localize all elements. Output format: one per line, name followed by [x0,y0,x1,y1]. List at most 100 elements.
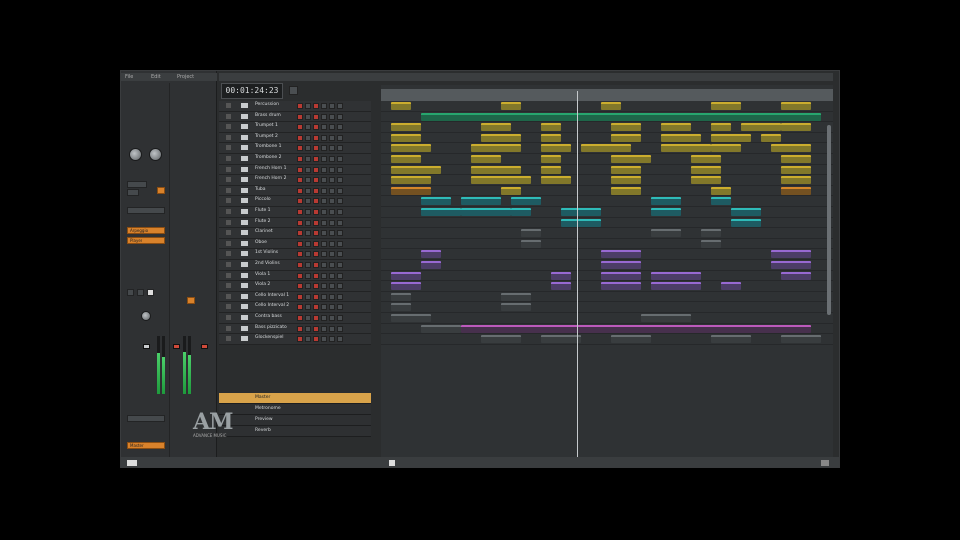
solo-button[interactable] [305,272,311,279]
midi-clip[interactable] [711,102,741,110]
midi-clip[interactable] [771,144,811,153]
track-row[interactable]: Oboe [219,238,371,250]
midi-clip[interactable] [471,144,521,153]
mute-button[interactable] [297,304,303,311]
pan-knob[interactable] [129,148,142,161]
listen-button[interactable] [147,289,154,296]
midi-clip[interactable] [771,261,811,269]
solo-button[interactable] [305,124,311,131]
midi-clip[interactable] [391,133,421,142]
track-name[interactable]: Flute 1 [255,208,271,213]
midi-clip[interactable] [601,102,621,110]
track-lane[interactable] [381,133,833,144]
mute-button[interactable] [297,262,303,268]
track-expand-icon[interactable] [226,240,231,246]
mute-button[interactable] [297,283,303,290]
solo-button[interactable] [305,240,311,247]
track-name[interactable]: Bass pizzicato [255,325,287,330]
freeze-button[interactable] [337,336,343,343]
solo-button[interactable] [305,230,311,237]
midi-clip[interactable] [461,324,811,333]
midi-clip[interactable] [651,271,701,280]
freeze-button[interactable] [337,315,343,321]
track-name[interactable]: Piccolo [255,197,271,202]
midi-clip[interactable] [611,176,641,185]
solo-button[interactable] [305,315,311,321]
track-expand-icon[interactable] [226,272,231,278]
player-button[interactable]: Player [127,237,165,244]
track-name[interactable]: Clarinet [255,229,273,234]
solo-button[interactable] [305,304,311,311]
global-track-row[interactable]: Master [219,393,371,404]
monitor-button[interactable] [321,145,327,152]
midi-clip[interactable] [541,133,561,142]
monitor-button[interactable] [321,156,327,162]
freeze-button[interactable] [337,177,343,184]
track-expand-icon[interactable] [226,187,231,193]
freeze-button[interactable] [337,283,343,290]
global-track-name[interactable]: Metronome [255,406,281,411]
midi-clip[interactable] [611,165,641,174]
mute-button[interactable] [297,156,303,162]
output-select[interactable] [127,415,165,422]
track-row[interactable]: Viola 2 [219,281,371,292]
monitor-button[interactable] [321,113,327,120]
freeze-button[interactable] [337,145,343,152]
freeze-button[interactable] [337,251,343,258]
menu-item-file[interactable]: File [125,74,133,80]
freeze-button[interactable] [337,134,343,141]
freeze-button[interactable] [337,209,343,215]
record-button[interactable] [313,315,319,321]
automation-button[interactable] [329,293,335,300]
freeze-button[interactable] [337,240,343,247]
record-button[interactable] [313,240,319,247]
track-row[interactable]: Cello Interval 2 [219,302,371,313]
midi-clip[interactable] [521,229,541,238]
track-name[interactable]: Trombone 2 [255,155,282,160]
solo-button[interactable] [305,283,311,290]
automation-button[interactable] [329,145,335,152]
midi-clip[interactable] [541,176,571,185]
freeze-button[interactable] [337,272,343,279]
midi-clip[interactable] [651,229,681,238]
monitor-button[interactable] [157,187,165,194]
menu-item-edit[interactable]: Edit [151,74,161,80]
solo-button[interactable] [305,325,311,332]
mute-button[interactable] [297,134,303,141]
mute-button[interactable] [297,272,303,279]
track-row[interactable]: Trumpet 1 [219,122,371,133]
record-button[interactable] [313,156,319,162]
track-lane[interactable] [381,281,833,292]
midi-clip[interactable] [601,282,641,291]
record-button[interactable] [313,166,319,173]
track-name[interactable]: Percussion [255,102,279,107]
track-lane[interactable] [381,143,833,154]
global-track-name[interactable]: Reverb [255,428,271,433]
midi-clip[interactable] [731,218,761,227]
resize-handle-icon[interactable] [821,460,829,466]
mute-button[interactable] [297,240,303,247]
solo-button[interactable] [305,336,311,343]
monitor-button[interactable] [321,219,327,226]
track-expand-icon[interactable] [226,325,231,331]
mute-button[interactable] [297,177,303,184]
automation-button[interactable] [329,177,335,184]
track-name[interactable]: Trumpet 2 [255,134,278,139]
track-name[interactable]: Contra bass [255,314,282,319]
midi-clip[interactable] [391,292,411,301]
midi-clip[interactable] [391,102,411,110]
midi-clip[interactable] [691,165,721,174]
track-name[interactable]: Trumpet 1 [255,123,278,128]
record-button[interactable] [313,177,319,184]
global-track-row[interactable]: Reverb [219,426,371,437]
midi-clip[interactable] [391,165,441,174]
track-row[interactable]: Trombone 2 [219,154,371,165]
track-expand-icon[interactable] [226,315,231,320]
freeze-button[interactable] [337,198,343,205]
monitor-button[interactable] [321,124,327,131]
freeze-button[interactable] [337,262,343,268]
midi-clip[interactable] [501,102,521,110]
monitor-button[interactable] [321,251,327,258]
playhead-cursor[interactable] [577,91,578,461]
channel-monitor-button[interactable] [187,297,195,304]
